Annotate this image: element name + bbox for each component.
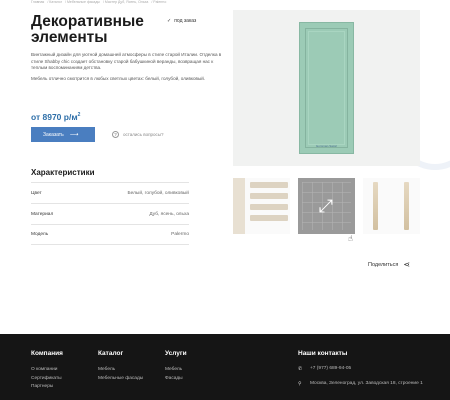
thumbnail-image <box>404 182 409 230</box>
char-value: Белый, голубой, оливковый <box>127 190 189 196</box>
footer-link[interactable]: Фасады <box>165 375 187 384</box>
questions-link[interactable]: ? остались вопросы? <box>112 131 164 138</box>
characteristics-title: Характеристики <box>31 168 95 177</box>
table-row: Модель Palermo <box>31 224 189 245</box>
questions-label: остались вопросы? <box>123 132 164 137</box>
footer-heading: Наши контакты <box>298 350 348 357</box>
thumbnail-image <box>250 182 288 226</box>
availability-badge: ✓ под заказ <box>167 18 196 24</box>
table-row: Материал Дуб, ясень, ольха <box>31 203 189 224</box>
facade-panel-image: Gomman-Satori <box>299 22 354 154</box>
footer-heading: Каталог <box>98 350 124 357</box>
footer-link[interactable]: Партнеры <box>31 383 63 392</box>
gallery-thumbnail-active[interactable]: ⤢ <box>298 178 355 234</box>
share-label: Поделиться <box>368 261 399 268</box>
footer-link[interactable]: Мебельные фасады <box>98 375 143 384</box>
char-key: Материал <box>31 211 54 217</box>
footer-address: ⚲ Москва, Зеленоград, ул. Заводская 18, … <box>298 381 425 388</box>
char-value: Дуб, ясень, ольха <box>149 211 189 217</box>
phone-number: +7 (977) 689-94-05 <box>310 366 352 371</box>
description-paragraph: Винтажный дизайн для уютной домашней атм… <box>31 52 222 71</box>
order-button[interactable]: Заказать ⟶ <box>31 127 95 142</box>
footer-link[interactable]: Мебель <box>165 366 187 375</box>
phone-icon: ✆ <box>298 366 303 372</box>
table-row: Цвет Белый, голубой, оливковый <box>31 182 189 203</box>
characteristics-table: Цвет Белый, голубой, оливковый Материал … <box>31 182 189 245</box>
arrow-right-icon: ⟶ <box>69 132 79 138</box>
char-key: Модель <box>31 232 49 237</box>
footer-heading: Компания <box>31 350 63 357</box>
page: Главная / Каталог / Мебельные фасады / Маст… <box>0 0 450 400</box>
description-paragraph: Мебель отлично смотрится в любых светлых… <box>31 75 206 81</box>
gallery-thumbnail[interactable] <box>363 178 420 234</box>
price-value: от 8970 р/м <box>31 112 78 122</box>
footer-column-contacts: Наши контакты ✆ +7 (977) 689-94-05 ⚲ Мос… <box>298 350 425 395</box>
thumbnail-image <box>373 182 378 230</box>
gallery-thumbnail[interactable] <box>233 178 290 234</box>
product-main-image[interactable]: Gomman-Satori <box>233 10 420 166</box>
char-key: Цвет <box>31 190 42 196</box>
address-text: Москва, Зеленоград, ул. Заводская 18, ст… <box>310 380 423 386</box>
expand-icon: ⤢ <box>318 195 334 216</box>
footer-column-services: Услуги Мебель Фасады <box>165 350 187 383</box>
footer-link[interactable]: Сертификаты <box>31 375 63 384</box>
hand-cursor-icon: ☝ <box>348 234 353 243</box>
footer: Компания О компании Сертификаты Партнеры… <box>0 334 450 400</box>
check-icon: ✓ <box>167 18 172 24</box>
availability-label: под заказ <box>174 18 197 24</box>
question-icon: ? <box>112 131 119 138</box>
share-icon: ⋖ <box>403 260 411 269</box>
footer-link[interactable]: О компании <box>31 366 63 375</box>
footer-link[interactable]: Мебель <box>98 366 143 375</box>
breadcrumb: Главная / Каталог / Мебельные фасады / Маст… <box>31 0 167 4</box>
thumbnail-image <box>233 178 245 234</box>
price-unit-sup: 2 <box>77 112 81 119</box>
breadcrumb-item[interactable]: Главная <box>31 0 44 4</box>
image-caption: Gomman-Satori <box>315 144 338 148</box>
breadcrumb-item[interactable]: Каталог <box>49 0 62 4</box>
location-pin-icon: ⚲ <box>298 380 302 387</box>
price: от 8970 р/м2 <box>31 112 80 122</box>
char-value: Palermo <box>171 232 189 237</box>
breadcrumb-item[interactable]: Мастер Дуб, Ясень, Ольха <box>105 0 148 4</box>
breadcrumb-item: Palermo <box>153 0 167 4</box>
footer-heading: Услуги <box>165 350 187 357</box>
footer-column-company: Компания О компании Сертификаты Партнеры <box>31 350 63 392</box>
product-description: Винтажный дизайн для уютной домашней атм… <box>31 52 226 86</box>
footer-phone[interactable]: ✆ +7 (977) 689-94-05 <box>298 366 425 373</box>
share-button[interactable]: Поделиться ⋖ <box>368 260 410 269</box>
breadcrumb-item[interactable]: Мебельные фасады <box>67 0 100 4</box>
order-button-label: Заказать <box>43 131 64 138</box>
footer-column-catalog: Каталог Мебель Мебельные фасады <box>98 350 143 383</box>
